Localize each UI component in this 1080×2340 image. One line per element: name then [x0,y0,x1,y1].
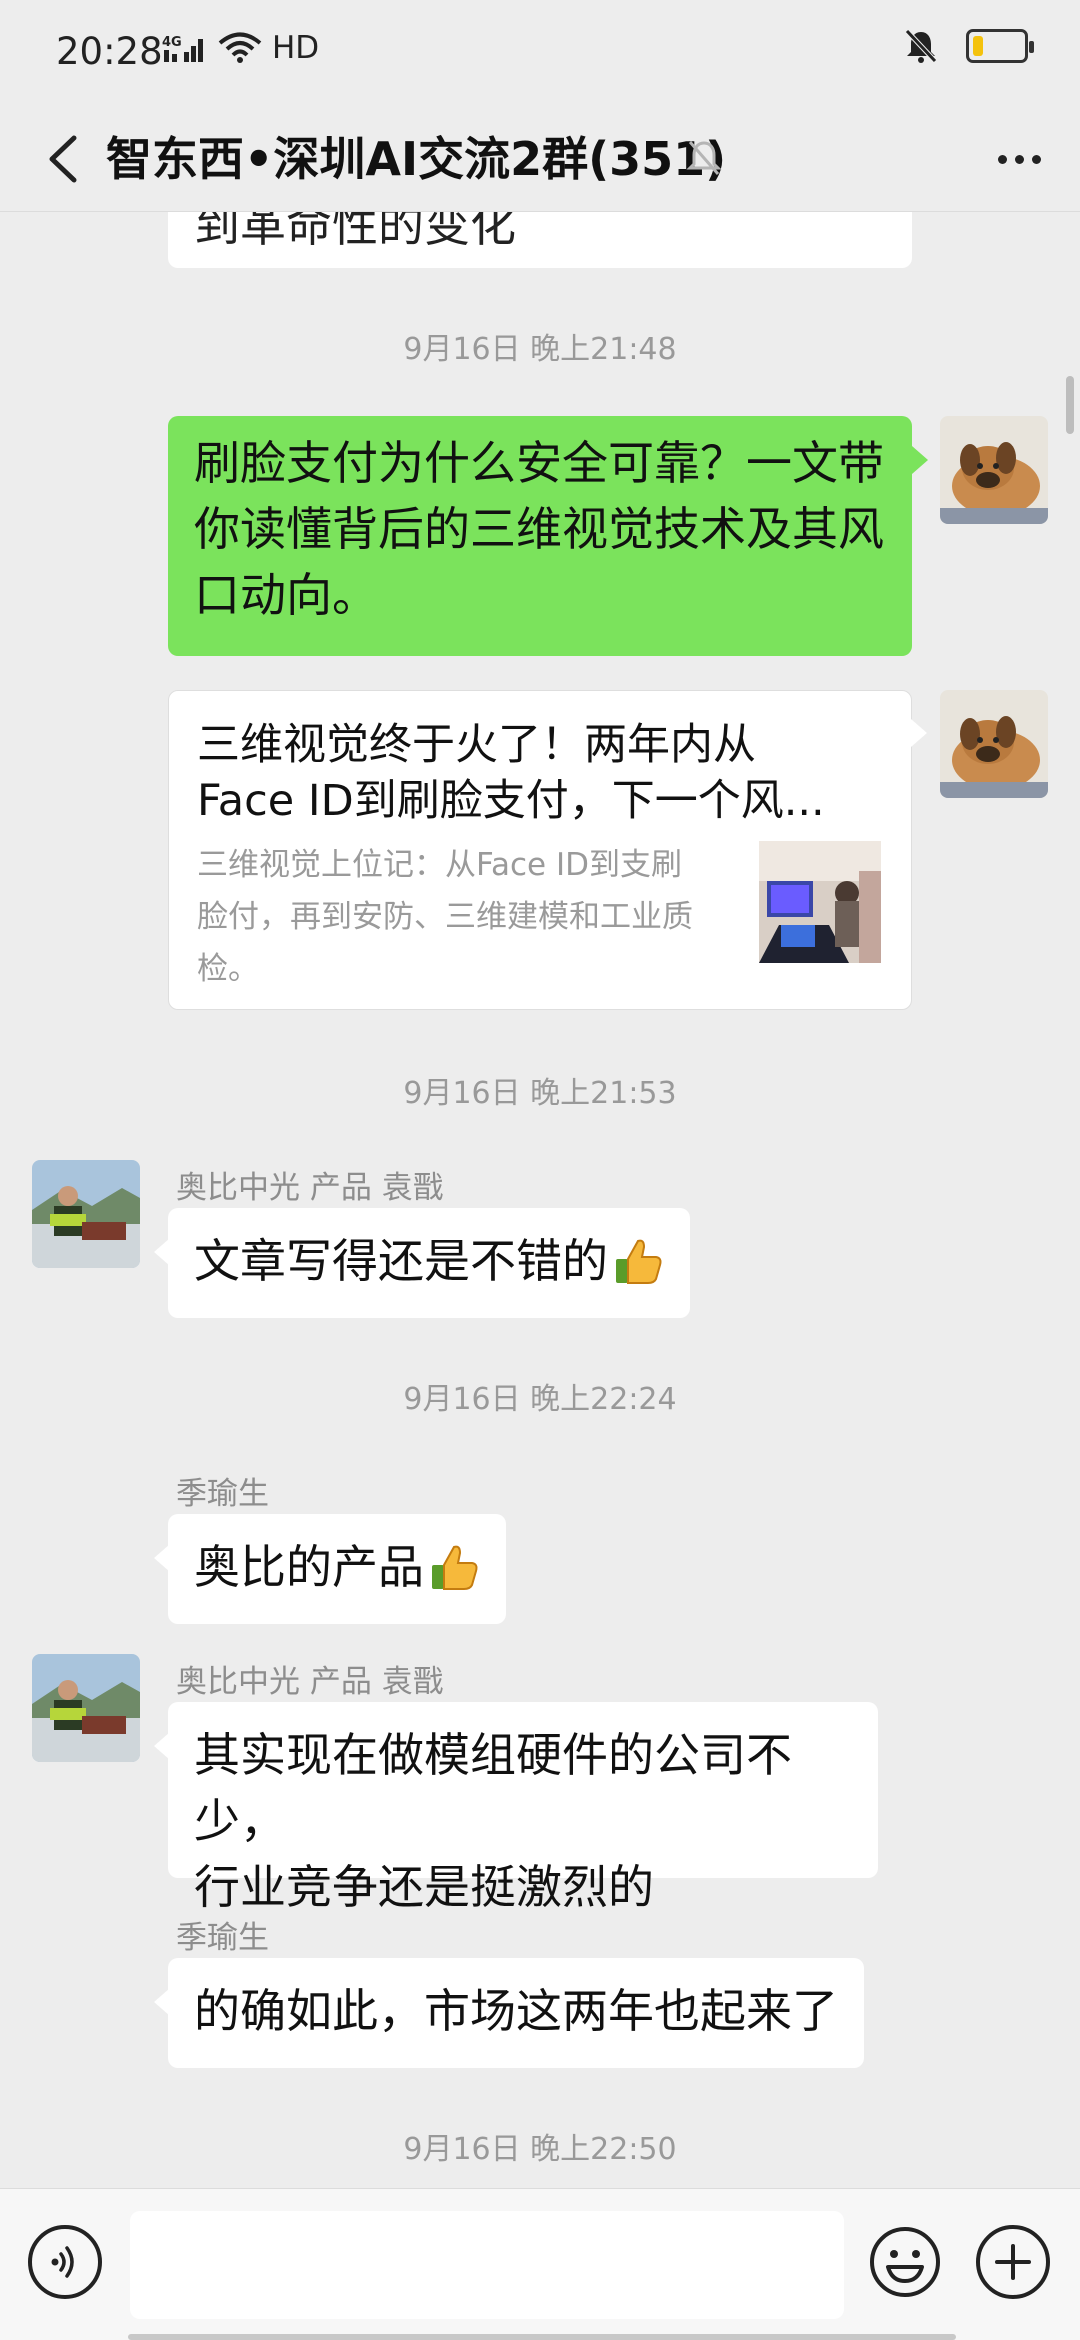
sender-name: 奥比中光 产品 袁戬 [176,1664,444,1700]
thumbs-up-icon [616,1239,662,1284]
bell-off-icon [905,29,937,63]
scrollbar[interactable] [1066,376,1074,434]
article-thumbnail-image [759,841,881,963]
message-text: 的确如此，市场这两年也起来了 [194,1984,838,2038]
sender-name: 季瑜生 [176,1476,269,1512]
timestamp: 9月16日 晚上21:53 [403,1076,677,1111]
chevron-left-icon [49,135,77,183]
bell-off-icon [686,141,722,175]
article-desc-line: 检。 [197,951,259,987]
message-text: 到革命性的变化 [194,212,516,252]
article-description: 三维视觉上位记：从Face ID到支刷 脸付，再到安防、三维建模和工业质 检。 [197,839,717,995]
person-avatar-image [32,1160,140,1268]
person-avatar-image [32,1654,140,1762]
article-desc-line: 脸付，再到安防、三维建模和工业质 [197,899,693,935]
message-bubble-partial[interactable]: 到革命性的变化 [168,212,912,268]
more-dot [997,154,1007,164]
message-list[interactable]: 到革命性的变化 9月16日 晚上21:48 刷脸支付为什么安全可靠？一文带 你读… [0,212,1080,2188]
timestamp: 9月16日 晚上22:50 [403,2132,677,2167]
message-line: 刷脸支付为什么安全可靠？一文带 [194,436,884,490]
more-button[interactable] [986,126,1052,192]
message-bubble[interactable]: 文章写得还是不错的 [154,1208,690,1318]
my-avatar[interactable] [940,416,1048,524]
message-line: 你读懂背后的三维视觉技术及其风 [194,502,884,556]
mute-indicator [686,138,722,182]
sender-name: 季瑜生 [176,1920,269,1956]
article-card[interactable]: 三维视觉终于火了！两年内从 Face ID到刷脸支付，下一个风... 三维视觉上… [168,690,927,1010]
message-text: 文章写得还是不错的 [194,1234,608,1288]
input-bar [0,2188,1080,2340]
article-thumbnail [759,841,881,963]
my-avatar[interactable] [940,690,1048,798]
smiley-icon [870,2227,940,2297]
more-dot [1014,154,1024,164]
message-bubble[interactable]: 其实现在做模组硬件的公司不少， 行业竞争还是挺激烈的 [154,1702,878,1914]
article-desc-line: 三维视觉上位记：从Face ID到支刷 [197,847,682,883]
voice-button[interactable] [28,2225,102,2299]
sender-avatar[interactable] [32,1654,140,1762]
plus-button[interactable] [976,2225,1050,2299]
chat-title[interactable]: 智东西•深圳AI交流2群(351) [106,126,726,192]
message-line: 口动向。 [194,568,378,622]
message-line: 行业竞争还是挺激烈的 [194,1860,654,1914]
dog-avatar-image [940,690,1048,798]
battery-fill [973,36,983,56]
svg-text:4G: 4G [162,35,182,50]
my-message-bubble[interactable]: 刷脸支付为什么安全可靠？一文带 你读懂背后的三维视觉技术及其风 口动向。 [168,416,928,656]
sender-avatar[interactable] [32,1160,140,1268]
article-title-line: 三维视觉终于火了！两年内从 [197,720,756,770]
back-button[interactable] [30,126,96,192]
voice-icon [51,2246,74,2278]
hd-label: HD [272,30,320,66]
emoji-button[interactable] [868,2225,942,2299]
chat-header: 智东西•深圳AI交流2群(351) [0,106,1080,212]
timestamp: 9月16日 晚上21:48 [403,332,677,367]
signal-4g-icon: 4G [162,35,203,62]
status-bar: 20:28 4G HD [0,0,1080,106]
more-dot [1031,154,1041,164]
status-right-group [904,28,1034,64]
sender-name: 奥比中光 产品 袁戬 [176,1170,444,1206]
timestamp: 9月16日 晚上22:24 [403,1382,677,1417]
thumbs-up-icon [432,1545,478,1590]
dog-avatar-image [940,416,1048,524]
message-line: 其实现在做模组硬件的公司不少， [194,1728,792,1848]
message-bubble[interactable]: 的确如此，市场这两年也起来了 [154,1958,864,2068]
wifi-icon [218,32,262,63]
message-bubble[interactable]: 奥比的产品 [154,1514,506,1624]
battery-icon [966,29,1034,63]
article-title-line: Face ID到刷脸支付，下一个风... [197,776,825,826]
status-signal-group: 4G HD [162,30,319,66]
gesture-bar[interactable] [128,2334,956,2340]
message-text: 奥比的产品 [194,1540,424,1594]
article-title: 三维视觉终于火了！两年内从 Face ID到刷脸支付，下一个风... [197,717,857,829]
message-input[interactable] [130,2211,844,2319]
status-time: 20:28 [56,30,163,73]
plus-icon [995,2244,1031,2280]
